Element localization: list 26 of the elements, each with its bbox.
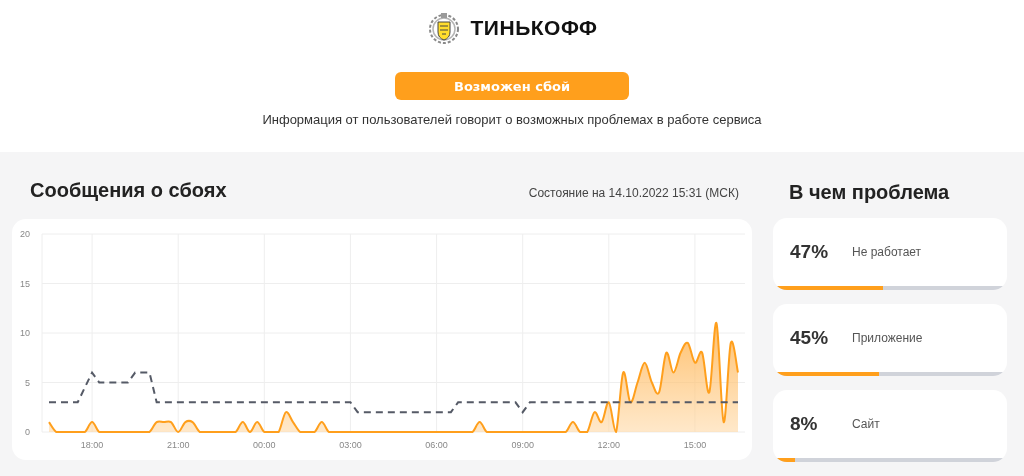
axis-label: 12:00	[597, 440, 621, 450]
problem-label: Сайт	[852, 417, 880, 431]
axis-label: 15	[20, 278, 30, 289]
axis-label: 00:00	[253, 440, 276, 450]
axis-label: 18:00	[80, 440, 104, 450]
problem-label: Приложение	[852, 331, 923, 345]
status-button[interactable]: Возможен сбой	[395, 72, 629, 100]
axis-label: 0	[25, 427, 30, 437]
status-description: Информация от пользователей говорит о возможных проблемах в работе сервиса	[262, 112, 762, 127]
logo-icon	[426, 11, 461, 45]
axis-label: 5	[25, 377, 30, 388]
axis-label: 20	[20, 229, 30, 239]
timestamp: Состояние на 14.10.2022 15:31 (МСК)	[528, 186, 739, 200]
axis-label: 03:00	[339, 440, 362, 450]
axis-label: 10	[20, 328, 30, 338]
axis-label: 21:00	[166, 440, 190, 450]
axis-label: 09:00	[511, 440, 534, 450]
problem-label: Не работает	[852, 245, 922, 259]
section-title: Сообщения о сбоях	[30, 179, 227, 202]
problem-percent: 45%	[790, 327, 830, 349]
section-title: В чем проблема	[788, 180, 951, 205]
axis-label: 06:00	[425, 440, 448, 450]
problem-percent: 47%	[790, 241, 830, 263]
axis-label: 15:00	[683, 440, 707, 450]
brand-name: ТИНЬКОФФ	[470, 16, 598, 40]
problem-percent: 8%	[790, 413, 819, 435]
